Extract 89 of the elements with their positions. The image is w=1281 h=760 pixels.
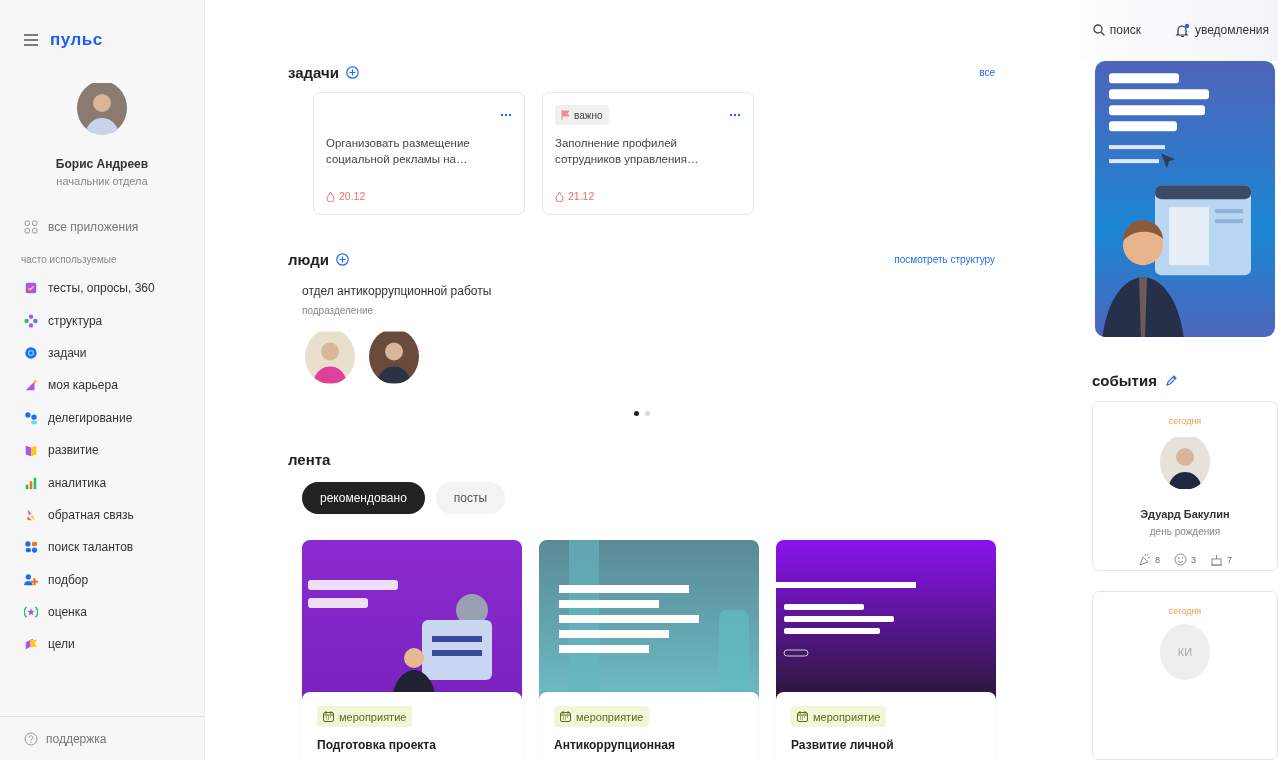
more-icon[interactable] bbox=[729, 113, 741, 117]
category-tag: мероприятие bbox=[791, 706, 887, 727]
sidebar-item[interactable]: делегирование bbox=[0, 401, 204, 434]
help-icon bbox=[24, 731, 38, 746]
search-icon bbox=[1092, 24, 1105, 37]
feed-tab[interactable]: посты bbox=[435, 482, 506, 514]
sidebar-item[interactable]: моя карьера bbox=[0, 369, 204, 402]
task-card[interactable]: важно Заполнение профилей сотрудников управления… 21.12 bbox=[542, 92, 754, 215]
party-popper-icon bbox=[1137, 553, 1151, 567]
add-icon[interactable] bbox=[346, 66, 360, 79]
reaction-count: 3 bbox=[1191, 554, 1196, 565]
sidebar-item[interactable]: оценка bbox=[0, 595, 204, 629]
reaction-count: 8 bbox=[1154, 554, 1160, 565]
section-title: лента bbox=[288, 451, 331, 468]
notifications-button[interactable]: уведомления bbox=[1174, 23, 1269, 38]
card-title: Антикоррупционная bbox=[554, 738, 677, 752]
section-title: задачи bbox=[288, 64, 340, 81]
app-icon bbox=[24, 572, 38, 587]
sidebar-item[interactable]: структура bbox=[0, 304, 204, 337]
task-title: Заполнение профилей сотрудников управления… bbox=[555, 136, 700, 167]
event-card[interactable]: сегодня Эдуард Бакулин день рождения 8 3 7 bbox=[1092, 401, 1278, 571]
feed-card[interactable]: мероприятие Антикоррупционная bbox=[539, 692, 759, 760]
sidebar-item[interactable]: цели bbox=[0, 628, 204, 661]
person-name: Эдуард Бакулин bbox=[1140, 508, 1230, 521]
app-icon bbox=[24, 410, 38, 425]
cake-icon bbox=[1210, 553, 1223, 567]
reaction-count: 7 bbox=[1227, 554, 1232, 565]
flag-icon bbox=[561, 110, 570, 120]
section-label: часто используемые bbox=[21, 254, 118, 265]
search-button[interactable]: поиск bbox=[1092, 23, 1141, 38]
sidebar-item[interactable]: задачи bbox=[0, 336, 204, 370]
due-date: 20.12 bbox=[326, 190, 512, 202]
user-role: начальник отдела bbox=[56, 175, 148, 187]
fire-icon bbox=[555, 190, 564, 202]
card-title: Развитие личной bbox=[791, 738, 895, 752]
sidebar-item[interactable]: обратная связь bbox=[0, 498, 204, 532]
pencil-icon[interactable] bbox=[1164, 374, 1178, 388]
app-icon bbox=[24, 605, 38, 620]
grid-icon bbox=[24, 220, 38, 234]
app-icon bbox=[24, 345, 38, 360]
carousel-dot[interactable] bbox=[644, 411, 650, 416]
app-icon bbox=[24, 443, 38, 458]
sidebar-item[interactable]: тесты, опросы, 360 bbox=[0, 272, 204, 305]
feed-tab[interactable]: рекомендовано bbox=[302, 482, 425, 514]
fire-icon bbox=[326, 190, 335, 202]
app-icon bbox=[24, 313, 38, 328]
calendar-icon bbox=[797, 711, 808, 722]
due-date: 21.12 bbox=[555, 190, 741, 202]
sidebar-item[interactable]: аналитика bbox=[0, 466, 204, 499]
unit-name: отдел антикоррупционной работы bbox=[302, 284, 493, 298]
app-icon bbox=[24, 540, 38, 555]
sidebar-item[interactable]: поиск талантов bbox=[0, 531, 204, 564]
view-structure-link[interactable]: посмотреть структуру bbox=[894, 254, 995, 265]
event-type: день рождения bbox=[1149, 526, 1221, 538]
support-link[interactable]: поддержка bbox=[0, 716, 204, 760]
calendar-icon bbox=[560, 711, 571, 722]
calendar-icon bbox=[323, 711, 334, 722]
add-icon[interactable] bbox=[335, 253, 349, 266]
section-title: люди bbox=[288, 251, 329, 268]
app-icon bbox=[24, 281, 38, 296]
category-tag: мероприятие bbox=[317, 706, 413, 727]
bell-icon bbox=[1174, 23, 1190, 38]
sidebar-item[interactable]: развитие bbox=[0, 433, 204, 467]
app-icon bbox=[24, 378, 38, 393]
feed-card[interactable]: мероприятие Подготовка проекта bbox=[302, 692, 522, 760]
app-icon bbox=[24, 637, 38, 652]
avatar[interactable] bbox=[369, 329, 419, 384]
user-name: Борис Андреев bbox=[55, 157, 149, 171]
priority-tag: важно bbox=[555, 105, 609, 125]
carousel-dot[interactable] bbox=[633, 411, 639, 416]
card-title: Подготовка проекта bbox=[317, 738, 437, 752]
all-apps-link[interactable]: все приложения bbox=[24, 220, 204, 234]
smiley-icon bbox=[1174, 553, 1187, 567]
category-tag: мероприятие bbox=[554, 706, 650, 727]
event-day: сегодня bbox=[1168, 605, 1202, 616]
more-icon[interactable] bbox=[500, 113, 512, 117]
task-card[interactable]: Организовать размещение социальной рекламы на… 20.12 bbox=[313, 92, 525, 215]
feed-card[interactable]: мероприятие Развитие личной bbox=[776, 692, 996, 760]
avatar: КИ bbox=[1160, 623, 1210, 680]
sidebar-item[interactable]: подбор bbox=[0, 563, 204, 596]
task-title: Организовать размещение социальной рекламы на… bbox=[326, 136, 471, 167]
app-icon bbox=[24, 475, 38, 490]
section-title: события bbox=[1092, 372, 1157, 390]
menu-icon[interactable] bbox=[24, 34, 38, 46]
unit-label: подразделение bbox=[302, 305, 375, 316]
event-day: сегодня bbox=[1168, 416, 1202, 427]
app-logo[interactable]: пульс bbox=[50, 30, 103, 50]
avatar bbox=[1160, 434, 1210, 491]
all-tasks-link[interactable]: все bbox=[979, 67, 995, 78]
